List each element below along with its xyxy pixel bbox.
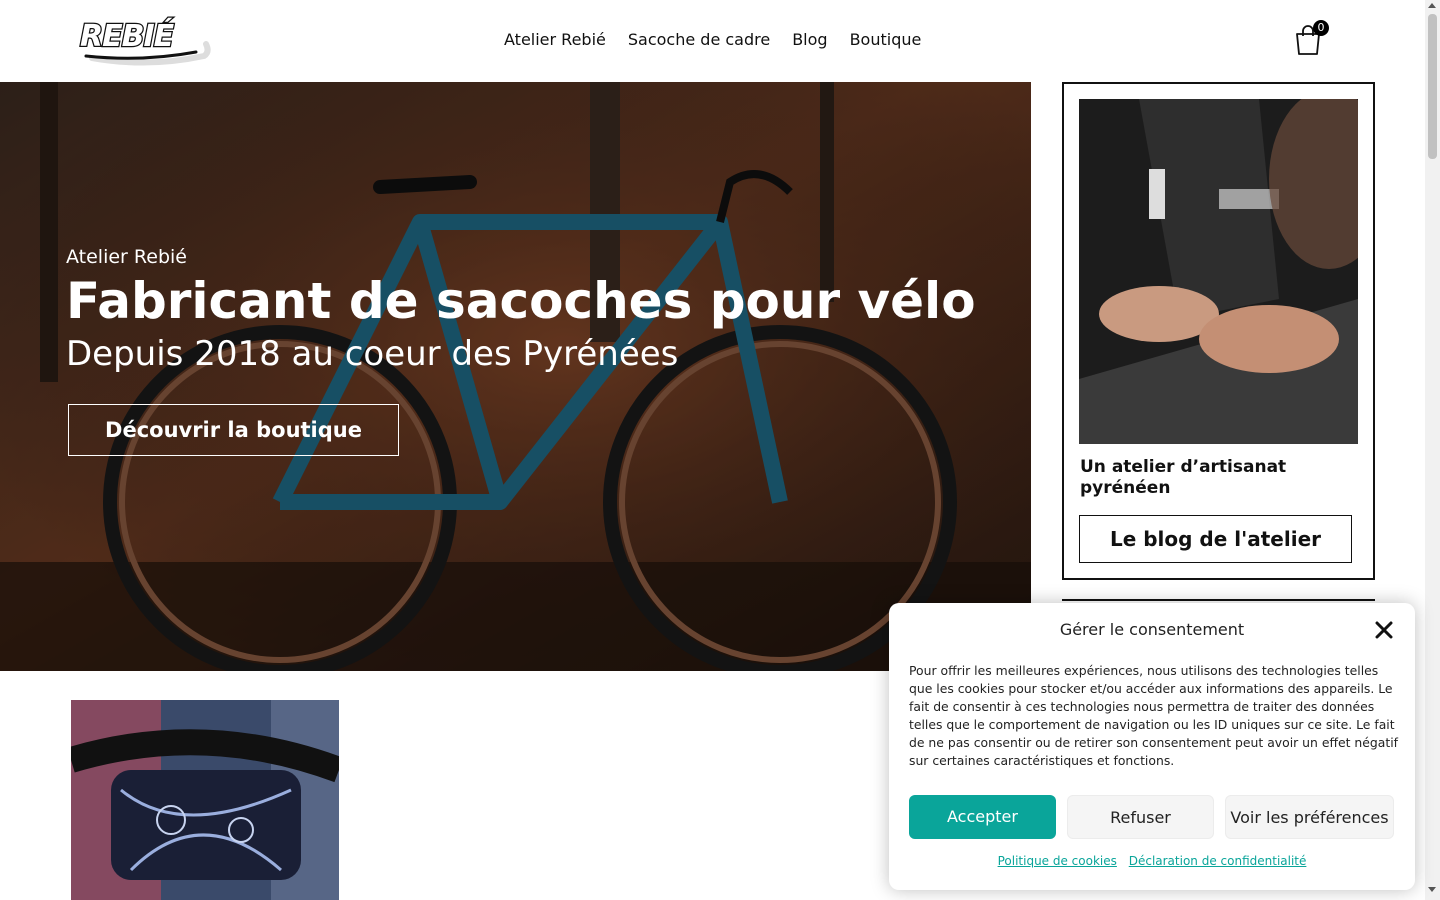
close-icon[interactable]: [1374, 620, 1394, 640]
sewing-workshop-image: [1079, 99, 1358, 444]
cookie-policy-link[interactable]: Politique de cookies: [998, 854, 1117, 868]
frame-bag-product-image[interactable]: [71, 700, 339, 900]
refuse-button[interactable]: Refuser: [1067, 795, 1214, 839]
discover-shop-button[interactable]: Découvrir la boutique: [68, 404, 399, 456]
consent-links: Politique de cookies Déclaration de conf…: [889, 854, 1415, 868]
logo-text: REBIÉ: [80, 18, 175, 54]
nav-blog[interactable]: Blog: [792, 30, 827, 49]
privacy-statement-link[interactable]: Déclaration de confidentialité: [1129, 854, 1307, 868]
nav-boutique[interactable]: Boutique: [850, 30, 922, 49]
nav-atelier-rebie[interactable]: Atelier Rebié: [504, 30, 606, 49]
hero-title: Fabricant de sacoches pour vélo: [66, 272, 976, 330]
atelier-card: Un atelier d’artisanat pyrénéen Le blog …: [1062, 82, 1375, 580]
hero-subtitle: Atelier Rebié: [66, 246, 187, 268]
hero-tagline: Depuis 2018 au coeur des Pyrénées: [66, 334, 679, 374]
hero-bike-image: [0, 82, 1031, 671]
main-nav: Atelier Rebié Sacoche de cadre Blog Bout…: [504, 30, 921, 49]
scroll-down-arrow-icon[interactable]: [1428, 887, 1436, 892]
preferences-button[interactable]: Voir les préférences: [1225, 795, 1394, 839]
atelier-blog-button[interactable]: Le blog de l'atelier: [1079, 515, 1352, 563]
scroll-up-arrow-icon[interactable]: [1428, 3, 1436, 8]
card-title: Un atelier d’artisanat pyrénéen: [1080, 457, 1287, 498]
cart-button[interactable]: 0: [1294, 20, 1334, 56]
scrollbar-thumb[interactable]: [1428, 14, 1437, 159]
consent-text: Pour offrir les meilleures expériences, …: [909, 663, 1398, 768]
hero-section: Atelier Rebié Fabricant de sacoches pour…: [0, 82, 1031, 671]
cookie-consent-dialog: Gérer le consentement Pour offrir les me…: [889, 603, 1415, 890]
consent-title: Gérer le consentement: [1059, 620, 1245, 639]
cart-count-badge: 0: [1313, 20, 1329, 36]
page-scrollbar[interactable]: [1425, 0, 1440, 900]
site-header: REBIÉ Atelier Rebié Sacoche de cadre Blo…: [0, 0, 1425, 82]
second-card-border: [1062, 599, 1375, 601]
nav-sacoche-de-cadre[interactable]: Sacoche de cadre: [628, 30, 770, 49]
accept-button[interactable]: Accepter: [909, 795, 1056, 839]
rebie-logo[interactable]: REBIÉ: [78, 12, 214, 68]
